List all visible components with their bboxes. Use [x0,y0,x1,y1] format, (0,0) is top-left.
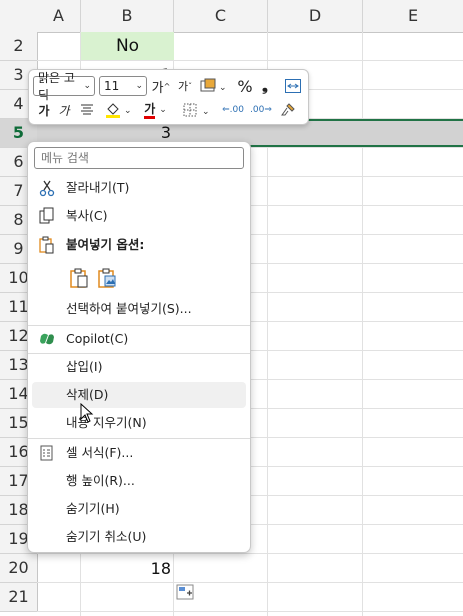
menu-item-label: Copilot(C) [66,331,129,346]
menu-item-paste-options: 붙여넣기 옵션: [32,232,246,258]
row-gridline [37,553,463,554]
chevron-down-icon: ⌄ [83,81,91,91]
merge-icon [285,79,301,93]
grow-font-button[interactable]: 가 ^ [151,76,171,96]
menu-item-label: 숨기기(H) [66,501,120,516]
borders-button[interactable]: ⌄ [181,100,215,120]
merge-center-button[interactable] [283,76,303,96]
align-center-button[interactable] [77,100,97,120]
chevron-down-icon: ⌄ [159,105,167,115]
menu-item-cut[interactable]: 잘라내기(T) [32,175,246,201]
mini-toolbar: 맑은 고딕 ⌄ 11 ⌄ 가 ^ 가ˇ ⌄ % ❟ 가 가 ⌄ 가 ⌄ ⌄ ⇐ … [28,69,309,125]
scissors-icon [39,180,55,197]
row-header-20[interactable]: 20 [0,554,38,583]
menu-item-format-cells[interactable]: 셀 서식(F)... [32,440,246,466]
paste-option-icon[interactable] [68,267,90,289]
column-header-e[interactable]: E [363,0,463,33]
column-header-d[interactable]: D [268,0,363,33]
menu-item-unhide[interactable]: 숨기기 취소(U) [32,524,246,550]
context-menu: 메뉴 검색 잘라내기(T) 복사(C) 붙여넣기 옵션: 선택하여 붙여넣기(S… [27,141,251,553]
italic-button[interactable]: 가 [55,100,73,120]
format-painter-button[interactable] [277,100,299,120]
copy-icon [39,207,54,224]
menu-item-label: 잘라내기(T) [66,180,130,195]
decrease-decimal-button[interactable]: .00 ⇒ [249,100,273,120]
font-name-value: 맑은 고딕 [38,71,75,102]
menu-item-label: 내용 지우기(N) [66,415,147,430]
row-gridline [37,611,463,612]
menu-item-label: 복사(C) [66,208,108,223]
menu-item-delete[interactable]: 삭제(D) [32,382,246,408]
cell-b2[interactable]: No [81,32,174,60]
copilot-icon [40,333,54,345]
clipboard-icon [39,236,54,254]
mouse-cursor-icon [80,403,94,423]
font-size-value: 11 [104,79,120,93]
menu-item-label: 행 높이(R)... [66,473,135,488]
row-gridline [37,582,463,583]
font-color-glyph: 가 [144,102,156,119]
increase-decimal-button[interactable]: ⇐ .00 [221,100,245,120]
svg-text:⌄: ⌄ [124,106,132,116]
cell-b20[interactable]: 18 [81,556,171,582]
font-color-button[interactable]: 가 ⌄ [139,100,175,120]
format-painter-icon [281,103,295,116]
accounting-format-button[interactable]: ⌄ [199,76,227,96]
chevron-down-icon: ⌄ [135,81,143,91]
menu-item-label: 셀 서식(F)... [66,445,134,460]
menu-item-label: 삽입(I) [66,359,103,374]
bold-button[interactable]: 가 [35,100,53,120]
font-size-dropdown[interactable]: 11 ⌄ [99,76,147,96]
svg-text:⌄: ⌄ [202,107,210,117]
row-header-21[interactable]: 21 [0,583,38,612]
select-all-corner[interactable] [0,0,38,33]
accounting-icon: ⌄ [200,78,226,93]
row-header-2[interactable]: 2 [0,32,38,61]
percent-style-button[interactable]: % [235,76,255,96]
menu-separator [28,438,250,439]
fill-color-icon: ⌄ [106,103,132,118]
menu-item-copilot[interactable]: Copilot(C) [32,326,246,352]
menu-item-label: 붙여넣기 옵션: [66,237,145,252]
fill-color-button[interactable]: ⌄ [103,100,133,120]
menu-item-label: 숨기기 취소(U) [66,529,147,544]
decrease-decimal-label: .00 [250,105,265,115]
column-header-a[interactable]: A [37,0,81,33]
quick-analysis-icon[interactable] [176,584,194,600]
menu-item-insert[interactable]: 삽입(I) [32,354,246,380]
font-name-dropdown[interactable]: 맑은 고딕 ⌄ [33,71,95,102]
menu-item-paste-special[interactable]: 선택하여 붙여넣기(S)... [32,296,246,322]
align-center-icon [81,104,93,115]
shrink-font-button[interactable]: 가ˇ [175,76,195,96]
menu-item-clear-contents[interactable]: 내용 지우기(N) [32,410,246,436]
row-gridline [37,60,463,61]
grow-font-glyph: 가 [151,80,164,96]
comma-style-button[interactable]: ❟ [257,76,273,96]
column-header-b[interactable]: B [81,0,174,33]
menu-item-hide[interactable]: 숨기기(H) [32,496,246,522]
paste-picture-icon[interactable] [96,267,118,289]
svg-text:⌄: ⌄ [219,83,226,93]
shrink-font-glyph: 가 [177,80,189,93]
borders-icon: ⌄ [183,103,210,117]
menu-item-label: 선택하여 붙여넣기(S)... [66,301,192,316]
increase-decimal-label: .00 [229,105,244,115]
menu-search-input[interactable]: 메뉴 검색 [34,147,244,169]
menu-item-copy[interactable]: 복사(C) [32,203,246,229]
format-cells-icon [40,445,53,461]
menu-item-row-height[interactable]: 행 높이(R)... [32,468,246,494]
column-header-c[interactable]: C [174,0,268,33]
